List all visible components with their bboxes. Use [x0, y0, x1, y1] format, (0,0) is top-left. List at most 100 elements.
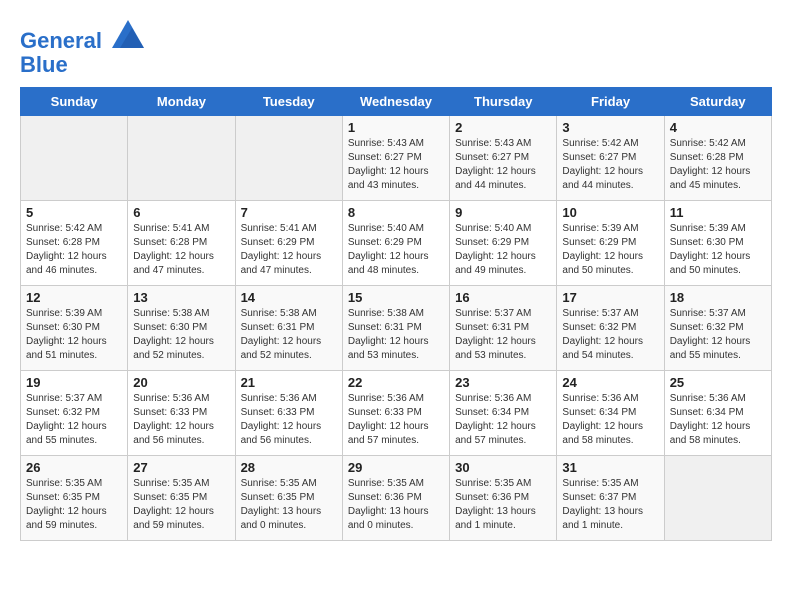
- day-number: 12: [26, 290, 122, 305]
- calendar-cell: 30 Sunrise: 5:35 AM Sunset: 6:36 PM Dayli…: [450, 456, 557, 541]
- cell-info: Sunrise: 5:36 AM Sunset: 6:34 PM Dayligh…: [562, 392, 658, 448]
- calendar-week-3: 12 Sunrise: 5:39 AM Sunset: 6:30 PM Dayli…: [21, 286, 772, 371]
- calendar-cell: 25Sunrise: 5:36 AM Sunset: 6:34 PM Dayli…: [664, 371, 771, 456]
- day-number: 23: [455, 375, 551, 390]
- cell-info: Sunrise: 5:38 AM Sunset: 6:30 PM Dayligh…: [133, 307, 229, 363]
- day-number: 29: [348, 460, 444, 475]
- day-number: 24: [562, 375, 658, 390]
- cell-info: Sunrise: 5:39 AM Sunset: 6:29 PM Dayligh…: [562, 222, 658, 278]
- day-number: 18: [670, 290, 766, 305]
- calendar-cell: 18 Sunrise: 5:37 AM Sunset: 6:32 PM Dayli…: [664, 286, 771, 371]
- calendar-cell: [128, 116, 235, 201]
- day-number: 28: [241, 460, 337, 475]
- logo-icon: [112, 20, 144, 48]
- day-number: 1: [348, 120, 444, 135]
- weekday-header-wednesday: Wednesday: [342, 88, 449, 116]
- calendar-cell: 7Sunrise: 5:41 AM Sunset: 6:29 PM Daylig…: [235, 201, 342, 286]
- cell-info: Sunrise: 5:42 AM Sunset: 6:28 PM Dayligh…: [670, 137, 766, 193]
- calendar-cell: 24 Sunrise: 5:36 AM Sunset: 6:34 PM Dayli…: [557, 371, 664, 456]
- calendar-cell: 29Sunrise: 5:35 AM Sunset: 6:36 PM Dayli…: [342, 456, 449, 541]
- day-number: 10: [562, 205, 658, 220]
- calendar-cell: 11 Sunrise: 5:39 AM Sunset: 6:30 PM Dayli…: [664, 201, 771, 286]
- day-number: 30: [455, 460, 551, 475]
- calendar-header-row: SundayMondayTuesdayWednesdayThursdayFrid…: [21, 88, 772, 116]
- cell-info: Sunrise: 5:40 AM Sunset: 6:29 PM Dayligh…: [455, 222, 551, 278]
- cell-info: Sunrise: 5:39 AM Sunset: 6:30 PM Dayligh…: [670, 222, 766, 278]
- day-number: 2: [455, 120, 551, 135]
- calendar-week-2: 5 Sunrise: 5:42 AM Sunset: 6:28 PM Daylig…: [21, 201, 772, 286]
- cell-info: Sunrise: 5:36 AM Sunset: 6:33 PM Dayligh…: [133, 392, 229, 448]
- cell-info: Sunrise: 5:39 AM Sunset: 6:30 PM Dayligh…: [26, 307, 122, 363]
- cell-info: Sunrise: 5:36 AM Sunset: 6:34 PM Dayligh…: [455, 392, 551, 448]
- calendar-cell: 22 Sunrise: 5:36 AM Sunset: 6:33 PM Dayli…: [342, 371, 449, 456]
- cell-info: Sunrise: 5:35 AM Sunset: 6:35 PM Dayligh…: [133, 477, 229, 533]
- calendar-cell: 4 Sunrise: 5:42 AM Sunset: 6:28 PM Daylig…: [664, 116, 771, 201]
- cell-info: Sunrise: 5:41 AM Sunset: 6:29 PM Dayligh…: [241, 222, 337, 278]
- cell-info: Sunrise: 5:36 AM Sunset: 6:33 PM Dayligh…: [241, 392, 337, 448]
- day-number: 3: [562, 120, 658, 135]
- day-number: 14: [241, 290, 337, 305]
- cell-info: Sunrise: 5:35 AM Sunset: 6:36 PM Dayligh…: [455, 477, 551, 533]
- cell-info: Sunrise: 5:35 AM Sunset: 6:35 PM Dayligh…: [26, 477, 122, 533]
- cell-info: Sunrise: 5:36 AM Sunset: 6:34 PM Dayligh…: [670, 392, 766, 448]
- day-number: 5: [26, 205, 122, 220]
- cell-info: Sunrise: 5:37 AM Sunset: 6:32 PM Dayligh…: [670, 307, 766, 363]
- day-number: 27: [133, 460, 229, 475]
- calendar-cell: 31 Sunrise: 5:35 AM Sunset: 6:37 PM Dayli…: [557, 456, 664, 541]
- day-number: 6: [133, 205, 229, 220]
- calendar-cell: 5 Sunrise: 5:42 AM Sunset: 6:28 PM Daylig…: [21, 201, 128, 286]
- weekday-header-monday: Monday: [128, 88, 235, 116]
- logo-text: General Blue: [20, 20, 144, 77]
- cell-info: Sunrise: 5:41 AM Sunset: 6:28 PM Dayligh…: [133, 222, 229, 278]
- cell-info: Sunrise: 5:37 AM Sunset: 6:32 PM Dayligh…: [26, 392, 122, 448]
- calendar-cell: 16Sunrise: 5:37 AM Sunset: 6:31 PM Dayli…: [450, 286, 557, 371]
- cell-info: Sunrise: 5:42 AM Sunset: 6:28 PM Dayligh…: [26, 222, 122, 278]
- day-number: 16: [455, 290, 551, 305]
- calendar-cell: 20 Sunrise: 5:36 AM Sunset: 6:33 PM Dayli…: [128, 371, 235, 456]
- calendar-cell: 15Sunrise: 5:38 AM Sunset: 6:31 PM Dayli…: [342, 286, 449, 371]
- calendar-cell: 19Sunrise: 5:37 AM Sunset: 6:32 PM Dayli…: [21, 371, 128, 456]
- logo-general: General: [20, 28, 102, 53]
- calendar-week-4: 19Sunrise: 5:37 AM Sunset: 6:32 PM Dayli…: [21, 371, 772, 456]
- calendar-cell: 2 Sunrise: 5:43 AM Sunset: 6:27 PM Daylig…: [450, 116, 557, 201]
- calendar-cell: 10 Sunrise: 5:39 AM Sunset: 6:29 PM Dayli…: [557, 201, 664, 286]
- cell-info: Sunrise: 5:35 AM Sunset: 6:37 PM Dayligh…: [562, 477, 658, 533]
- day-number: 31: [562, 460, 658, 475]
- calendar-cell: 13Sunrise: 5:38 AM Sunset: 6:30 PM Dayli…: [128, 286, 235, 371]
- calendar-cell: 3 Sunrise: 5:42 AM Sunset: 6:27 PM Daylig…: [557, 116, 664, 201]
- calendar-week-1: 1 Sunrise: 5:43 AM Sunset: 6:27 PM Daylig…: [21, 116, 772, 201]
- day-number: 11: [670, 205, 766, 220]
- cell-info: Sunrise: 5:40 AM Sunset: 6:29 PM Dayligh…: [348, 222, 444, 278]
- weekday-header-sunday: Sunday: [21, 88, 128, 116]
- cell-info: Sunrise: 5:43 AM Sunset: 6:27 PM Dayligh…: [348, 137, 444, 193]
- weekday-header-friday: Friday: [557, 88, 664, 116]
- cell-info: Sunrise: 5:36 AM Sunset: 6:33 PM Dayligh…: [348, 392, 444, 448]
- day-number: 4: [670, 120, 766, 135]
- page-header: General Blue: [20, 20, 772, 77]
- cell-info: Sunrise: 5:38 AM Sunset: 6:31 PM Dayligh…: [348, 307, 444, 363]
- calendar-cell: [235, 116, 342, 201]
- day-number: 9: [455, 205, 551, 220]
- calendar-cell: 1 Sunrise: 5:43 AM Sunset: 6:27 PM Daylig…: [342, 116, 449, 201]
- calendar-cell: [664, 456, 771, 541]
- calendar-week-5: 26 Sunrise: 5:35 AM Sunset: 6:35 PM Dayli…: [21, 456, 772, 541]
- day-number: 26: [26, 460, 122, 475]
- calendar-cell: 14 Sunrise: 5:38 AM Sunset: 6:31 PM Dayli…: [235, 286, 342, 371]
- cell-info: Sunrise: 5:35 AM Sunset: 6:35 PM Dayligh…: [241, 477, 337, 533]
- cell-info: Sunrise: 5:37 AM Sunset: 6:32 PM Dayligh…: [562, 307, 658, 363]
- logo-blue: Blue: [20, 52, 68, 77]
- cell-info: Sunrise: 5:38 AM Sunset: 6:31 PM Dayligh…: [241, 307, 337, 363]
- calendar-cell: 17Sunrise: 5:37 AM Sunset: 6:32 PM Dayli…: [557, 286, 664, 371]
- day-number: 22: [348, 375, 444, 390]
- weekday-header-saturday: Saturday: [664, 88, 771, 116]
- calendar-cell: 12 Sunrise: 5:39 AM Sunset: 6:30 PM Dayli…: [21, 286, 128, 371]
- calendar-cell: 26 Sunrise: 5:35 AM Sunset: 6:35 PM Dayli…: [21, 456, 128, 541]
- cell-info: Sunrise: 5:43 AM Sunset: 6:27 PM Dayligh…: [455, 137, 551, 193]
- cell-info: Sunrise: 5:42 AM Sunset: 6:27 PM Dayligh…: [562, 137, 658, 193]
- day-number: 8: [348, 205, 444, 220]
- day-number: 20: [133, 375, 229, 390]
- calendar-cell: 8 Sunrise: 5:40 AM Sunset: 6:29 PM Daylig…: [342, 201, 449, 286]
- calendar-cell: 27 Sunrise: 5:35 AM Sunset: 6:35 PM Dayli…: [128, 456, 235, 541]
- day-number: 21: [241, 375, 337, 390]
- calendar-cell: 6 Sunrise: 5:41 AM Sunset: 6:28 PM Daylig…: [128, 201, 235, 286]
